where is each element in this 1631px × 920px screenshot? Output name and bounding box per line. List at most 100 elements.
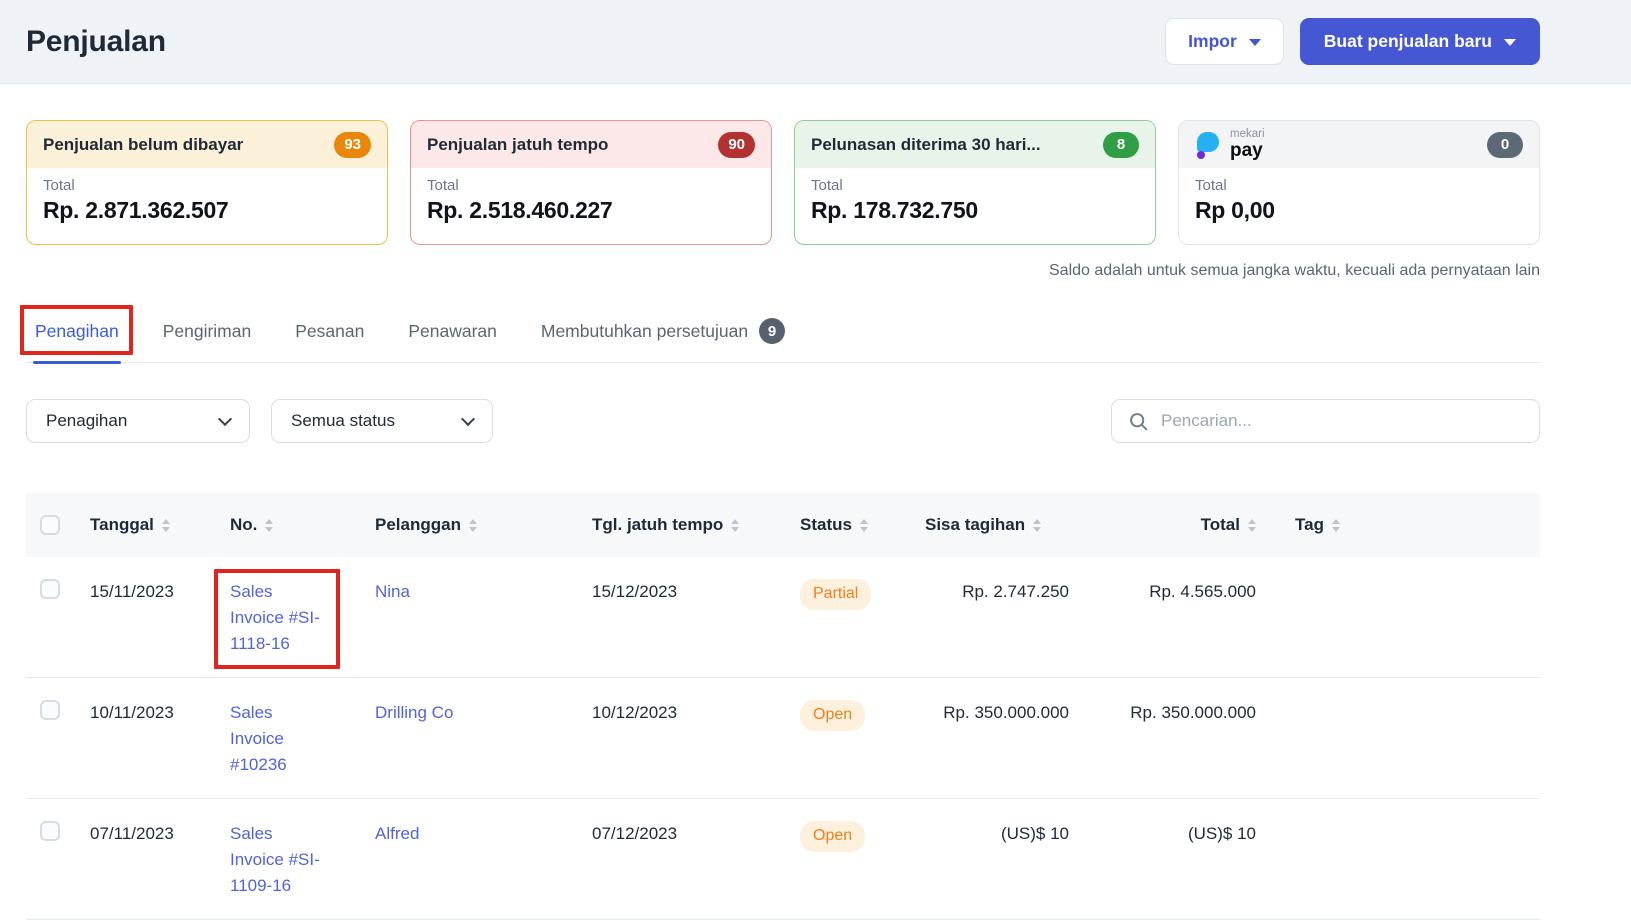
- column-header-tag: Tag: [1270, 515, 1540, 535]
- invoice-table: Tanggal No. Pelanggan Tgl. jatuh tempo S…: [26, 493, 1540, 920]
- tab-label: Pesanan: [295, 319, 364, 343]
- balance-note: Saldo adalah untuk semua jangka waktu, k…: [26, 262, 1540, 280]
- cell-tanggal: 10/11/2023: [90, 700, 230, 778]
- summary-card-count-badge: 8: [1103, 132, 1139, 158]
- table-body: 15/11/2023 Sales Invoice #SI-1118-16 Nin…: [26, 557, 1540, 920]
- row-checkbox[interactable]: [40, 821, 60, 841]
- summary-card[interactable]: Penjualan belum dibayar 93 Total Rp. 2.8…: [26, 120, 388, 245]
- table-row: 15/11/2023 Sales Invoice #SI-1118-16 Nin…: [26, 557, 1540, 678]
- cell-sisa-tagihan: (US)$ 10: [925, 821, 1105, 899]
- select-all-checkbox[interactable]: [40, 515, 60, 535]
- cell-sisa-tagihan: Rp. 2.747.250: [925, 579, 1105, 657]
- column-header-tanggal: Tanggal: [90, 515, 230, 535]
- summary-card-total-label: Total: [43, 177, 371, 194]
- column-header-sisa-tagihan: Sisa tagihan: [925, 515, 1105, 535]
- chevron-down-icon: [1504, 39, 1516, 46]
- invoice-link[interactable]: Sales Invoice #SI-1109-16: [230, 821, 326, 899]
- search-input[interactable]: [1161, 411, 1523, 431]
- filter-bar: Penagihan Semua status: [26, 399, 1540, 443]
- summary-card-count-badge: 90: [718, 132, 755, 158]
- sort-icon[interactable]: [1033, 519, 1041, 532]
- sort-icon[interactable]: [860, 519, 868, 532]
- cell-tag: [1270, 821, 1540, 899]
- tab[interactable]: Pesanan: [295, 318, 364, 362]
- tab[interactable]: Penagihan: [35, 318, 119, 362]
- impor-button-label: Impor: [1188, 31, 1237, 52]
- row-checkbox[interactable]: [40, 700, 60, 720]
- customer-link[interactable]: Drilling Co: [375, 703, 453, 722]
- cell-total: Rp. 350.000.000: [1105, 700, 1270, 778]
- topbar-actions: Impor Buat penjualan baru: [1165, 18, 1540, 65]
- customer-link[interactable]: Alfred: [375, 824, 419, 843]
- status-dropdown[interactable]: Semua status: [271, 399, 493, 443]
- column-header-total: Total: [1105, 515, 1270, 535]
- summary-cards: Penjualan belum dibayar 93 Total Rp. 2.8…: [26, 120, 1540, 245]
- cell-jatuh-tempo: 15/12/2023: [592, 579, 800, 657]
- row-checkbox[interactable]: [40, 579, 60, 599]
- tab-bar: Penagihan Pengiriman Pesanan Penawaran M…: [26, 318, 1540, 363]
- search-box[interactable]: [1111, 399, 1540, 443]
- summary-card-amount: Rp. 2.871.362.507: [43, 197, 371, 224]
- chevron-down-icon: [461, 411, 475, 425]
- cell-sisa-tagihan: Rp. 350.000.000: [925, 700, 1105, 778]
- sort-icon[interactable]: [1332, 519, 1340, 532]
- tab-label: Penawaran: [408, 319, 497, 343]
- summary-card-header: Penjualan belum dibayar 93: [27, 121, 387, 168]
- cell-tanggal: 15/11/2023: [90, 579, 230, 657]
- invoice-link[interactable]: Sales Invoice #10236: [230, 700, 326, 778]
- summary-card-total-label: Total: [1195, 177, 1523, 194]
- status-badge: Partial: [800, 579, 871, 610]
- tab-count-badge: 9: [759, 318, 785, 344]
- column-header-jatuh-tempo: Tgl. jatuh tempo: [592, 515, 800, 535]
- sales-page: Penjualan Impor Buat penjualan baru Penj…: [0, 0, 1631, 920]
- create-sale-button-label: Buat penjualan baru: [1324, 31, 1492, 52]
- tab-label: Pengiriman: [163, 319, 252, 343]
- table-row: 07/11/2023 Sales Invoice #SI-1109-16 Alf…: [26, 799, 1540, 920]
- summary-card[interactable]: mekaripay 0 Total Rp 0,00: [1178, 120, 1540, 245]
- summary-card[interactable]: Penjualan jatuh tempo 90 Total Rp. 2.518…: [410, 120, 772, 245]
- doc-type-dropdown-value: Penagihan: [46, 411, 127, 431]
- page-title: Penjualan: [26, 25, 166, 59]
- column-header-pelanggan: Pelanggan: [375, 515, 592, 535]
- mekari-brand-top: mekari: [1230, 129, 1265, 141]
- status-badge: Open: [800, 700, 865, 731]
- column-header-no: No.: [230, 515, 375, 535]
- tab[interactable]: Penawaran: [408, 318, 497, 362]
- summary-card-amount: Rp. 2.518.460.227: [427, 197, 755, 224]
- main-content: Penjualan belum dibayar 93 Total Rp. 2.8…: [26, 120, 1540, 920]
- cell-jatuh-tempo: 10/12/2023: [592, 700, 800, 778]
- sort-icon[interactable]: [265, 519, 273, 532]
- doc-type-dropdown[interactable]: Penagihan: [26, 399, 250, 443]
- summary-card-header: Pelunasan diterima 30 hari... 8: [795, 121, 1155, 168]
- column-header-status: Status: [800, 515, 925, 535]
- sort-icon[interactable]: [162, 519, 170, 532]
- chevron-down-icon: [1249, 39, 1261, 46]
- sort-icon[interactable]: [1248, 519, 1256, 532]
- summary-card-title: Pelunasan diterima 30 hari...: [811, 135, 1041, 155]
- summary-card-count-badge: 0: [1487, 132, 1523, 158]
- tab[interactable]: Membutuhkan persetujuan 9: [541, 318, 785, 362]
- topbar: Penjualan Impor Buat penjualan baru: [0, 0, 1631, 84]
- cell-jatuh-tempo: 07/12/2023: [592, 821, 800, 899]
- sort-icon[interactable]: [731, 519, 739, 532]
- mekari-brand-bottom: pay: [1230, 141, 1265, 160]
- cell-tag: [1270, 579, 1540, 657]
- summary-card-header: mekaripay 0: [1179, 121, 1539, 168]
- sort-icon[interactable]: [469, 519, 477, 532]
- summary-card-amount: Rp. 178.732.750: [811, 197, 1139, 224]
- summary-card-amount: Rp 0,00: [1195, 197, 1523, 224]
- summary-card-total-label: Total: [427, 177, 755, 194]
- mekari-pay-logo: mekaripay: [1195, 129, 1265, 161]
- invoice-link[interactable]: Sales Invoice #SI-1118-16: [230, 579, 326, 657]
- customer-link[interactable]: Nina: [375, 582, 410, 601]
- impor-button[interactable]: Impor: [1165, 18, 1284, 65]
- mekari-pay-icon: [1195, 130, 1221, 160]
- summary-card-count-badge: 93: [334, 132, 371, 158]
- summary-card[interactable]: Pelunasan diterima 30 hari... 8 Total Rp…: [794, 120, 1156, 245]
- status-badge: Open: [800, 821, 865, 852]
- tab[interactable]: Pengiriman: [163, 318, 252, 362]
- table-row: 10/11/2023 Sales Invoice #10236 Drilling…: [26, 678, 1540, 799]
- create-sale-button[interactable]: Buat penjualan baru: [1300, 18, 1540, 65]
- summary-card-title: Penjualan jatuh tempo: [427, 135, 608, 155]
- summary-card-title: Penjualan belum dibayar: [43, 135, 243, 155]
